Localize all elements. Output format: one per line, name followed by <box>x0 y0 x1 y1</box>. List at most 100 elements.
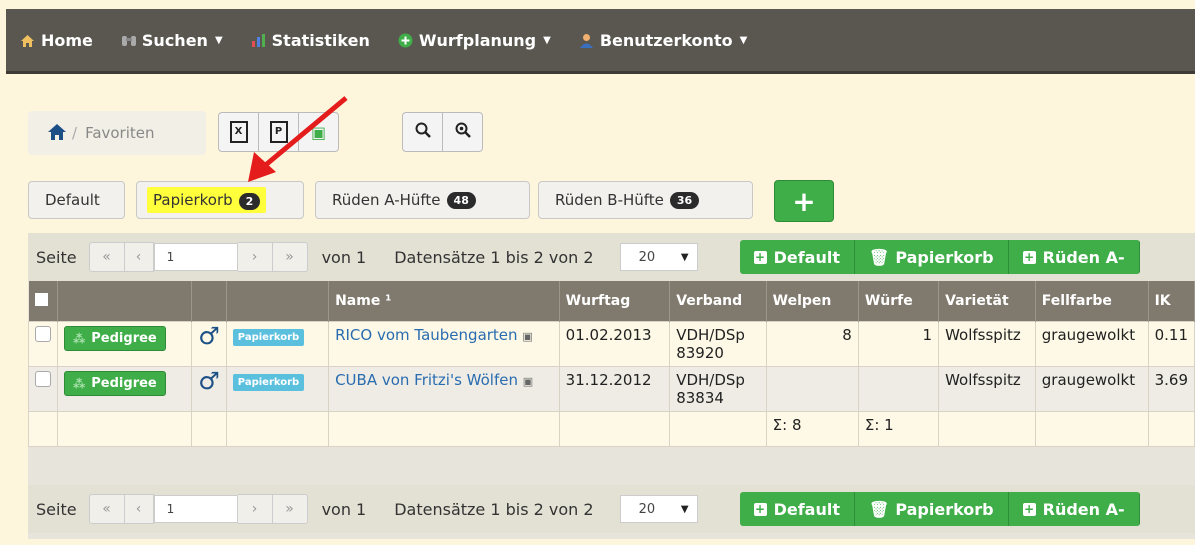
last-page-button[interactable]: » <box>272 494 308 524</box>
nav-suchen[interactable]: Suchen ▼ <box>107 9 237 71</box>
header-fellfarbe[interactable]: Fellfarbe <box>1035 281 1149 322</box>
page-count: von 1 <box>321 247 367 267</box>
table-row[interactable]: ⁂ Pedigree ♂ Papierkorb RICO vom Taubenga… <box>28 321 1195 367</box>
binoculars-icon <box>121 33 136 48</box>
pedigree-cell: ⁂ Pedigree <box>56 366 193 412</box>
breadcrumb: / Favoriten <box>28 111 206 155</box>
tag-cell: Papierkorb <box>225 366 330 412</box>
next-page-button[interactable]: › <box>237 242 273 272</box>
chevron-down-icon: ▼ <box>680 503 689 515</box>
fellfarbe-cell: graugewolkt <box>1034 366 1149 412</box>
move-to-rueden-a-button[interactable]: + Rüden A- <box>1008 240 1140 274</box>
header-name[interactable]: Name ¹ <box>328 281 560 322</box>
plus-square-icon: + <box>1022 249 1036 264</box>
plus-square-icon: + <box>753 501 767 516</box>
nav-home[interactable]: Home <box>6 9 107 71</box>
page-input[interactable]: 1 <box>153 495 238 523</box>
wurftag-cell: 31.12.2012 <box>558 366 671 412</box>
plus-circle-icon <box>398 33 413 48</box>
nav-wurfplanung[interactable]: Wurfplanung ▼ <box>384 9 565 71</box>
count-badge: 36 <box>669 191 700 209</box>
tab-highlight: Papierkorb 2 <box>147 187 267 213</box>
name-cell: CUBA von Fritzi's Wölfen ▣ <box>328 366 560 412</box>
next-page-button[interactable]: › <box>237 494 273 524</box>
search-button[interactable] <box>402 112 443 152</box>
csv-export-button[interactable]: ▣ <box>299 112 339 152</box>
header-wuerfe[interactable]: Würfe <box>858 281 940 322</box>
move-to-default-button[interactable]: + Default <box>739 240 855 274</box>
row-select-cell <box>28 321 58 367</box>
move-to-papierkorb-button[interactable]: 🗑 Papierkorb <box>855 492 1009 526</box>
excel-export-button[interactable]: X <box>218 112 259 152</box>
zoom-search-icon <box>455 122 471 142</box>
nav-benutzerkonto[interactable]: Benutzerkonto ▼ <box>565 9 761 71</box>
fellfarbe-cell: graugewolkt <box>1034 321 1149 367</box>
tab-rueden-b-huefte[interactable]: Rüden B-Hüfte 36 <box>538 181 753 219</box>
row-checkbox[interactable] <box>35 326 51 342</box>
breadcrumb-separator: / <box>72 124 78 142</box>
wurftag-cell: 01.02.2013 <box>558 321 671 367</box>
add-favorite-button[interactable]: + <box>774 180 834 222</box>
table-row[interactable]: ⁂ Pedigree ♂ Papierkorb CUBA von Fritzi's… <box>28 366 1195 412</box>
verband-cell: VDH/DSp 83920 <box>669 321 767 367</box>
plus-icon: + <box>792 184 816 218</box>
papierkorb-label: Papierkorb <box>232 374 305 391</box>
move-to-rueden-a-button[interactable]: + Rüden A- <box>1008 492 1140 526</box>
header-sex <box>191 281 227 322</box>
sum-row: Σ: 8 Σ: 1 <box>28 411 1195 447</box>
varietaet-cell: Wolfsspitz <box>938 366 1036 412</box>
varietaet-cell: Wolfsspitz <box>938 321 1036 367</box>
move-to-papierkorb-button[interactable]: 🗑 Papierkorb <box>855 240 1009 274</box>
pdf-icon: P <box>269 121 288 143</box>
user-icon <box>579 33 594 48</box>
select-all-checkbox[interactable] <box>34 292 48 306</box>
header-wurftag[interactable]: Wurftag <box>559 281 671 322</box>
prev-page-button[interactable]: ‹ <box>124 242 154 272</box>
search-button-group <box>402 112 483 152</box>
header-ik[interactable]: IK <box>1148 281 1195 322</box>
header-verband[interactable]: Verband <box>669 281 767 322</box>
plus-square-icon: + <box>1022 501 1036 516</box>
pedigree-cell: ⁂ Pedigree <box>56 321 193 367</box>
pedigree-button[interactable]: ⁂ Pedigree <box>64 371 166 396</box>
tab-rueden-a-huefte[interactable]: Rüden A-Hüfte 48 <box>315 181 530 219</box>
camera-icon[interactable]: ▣ <box>523 375 533 388</box>
tag-cell: Papierkorb <box>225 321 330 367</box>
count-badge: 48 <box>446 191 476 209</box>
tab-default[interactable]: Default <box>28 181 125 219</box>
chevron-down-icon: ▼ <box>680 251 689 263</box>
pdf-export-button[interactable]: P <box>259 112 299 152</box>
dog-name-link[interactable]: CUBA von Fritzi's Wölfen <box>335 371 518 389</box>
first-page-button[interactable]: « <box>88 494 125 524</box>
pager-label: Seite <box>36 499 77 519</box>
row-checkbox[interactable] <box>35 371 51 387</box>
first-page-button[interactable]: « <box>88 242 125 272</box>
page-input[interactable]: 1 <box>153 243 238 271</box>
ik-cell: 0.11 <box>1147 321 1195 367</box>
prev-page-button[interactable]: ‹ <box>124 494 154 524</box>
zoom-search-button[interactable] <box>443 112 483 152</box>
wuerfe-cell <box>857 366 940 412</box>
welpen-sum: Σ: 8 <box>765 411 859 447</box>
last-page-button[interactable]: » <box>272 242 308 272</box>
per-page-select[interactable]: 20 ▼ <box>619 495 698 523</box>
count-badge: 2 <box>238 193 261 210</box>
top-navbar: Home Suchen ▼ Statistiken Wurfplanung ▼ Be… <box>6 9 1195 74</box>
select-all-header[interactable] <box>28 281 58 322</box>
plus-square-icon: + <box>753 249 767 264</box>
home-icon[interactable] <box>48 121 66 145</box>
tab-papierkorb[interactable]: Papierkorb 2 <box>136 181 304 219</box>
trash-icon: 🗑 <box>869 499 890 519</box>
dog-name-link[interactable]: RICO vom Taubengarten <box>335 326 517 344</box>
nav-statistiken[interactable]: Statistiken <box>237 9 384 71</box>
header-tag <box>226 281 330 322</box>
header-varietaet[interactable]: Varietät <box>938 281 1036 322</box>
header-welpen[interactable]: Welpen <box>766 281 859 322</box>
pedigree-button[interactable]: ⁂ Pedigree <box>64 326 166 351</box>
breadcrumb-favoriten[interactable]: Favoriten <box>85 124 154 142</box>
move-to-default-button[interactable]: + Default <box>739 492 855 526</box>
record-count: Datensätze 1 bis 2 von 2 <box>394 499 594 519</box>
wuerfe-sum: Σ: 1 <box>857 411 940 447</box>
per-page-select[interactable]: 20 ▼ <box>619 243 698 271</box>
camera-icon[interactable]: ▣ <box>522 330 532 343</box>
